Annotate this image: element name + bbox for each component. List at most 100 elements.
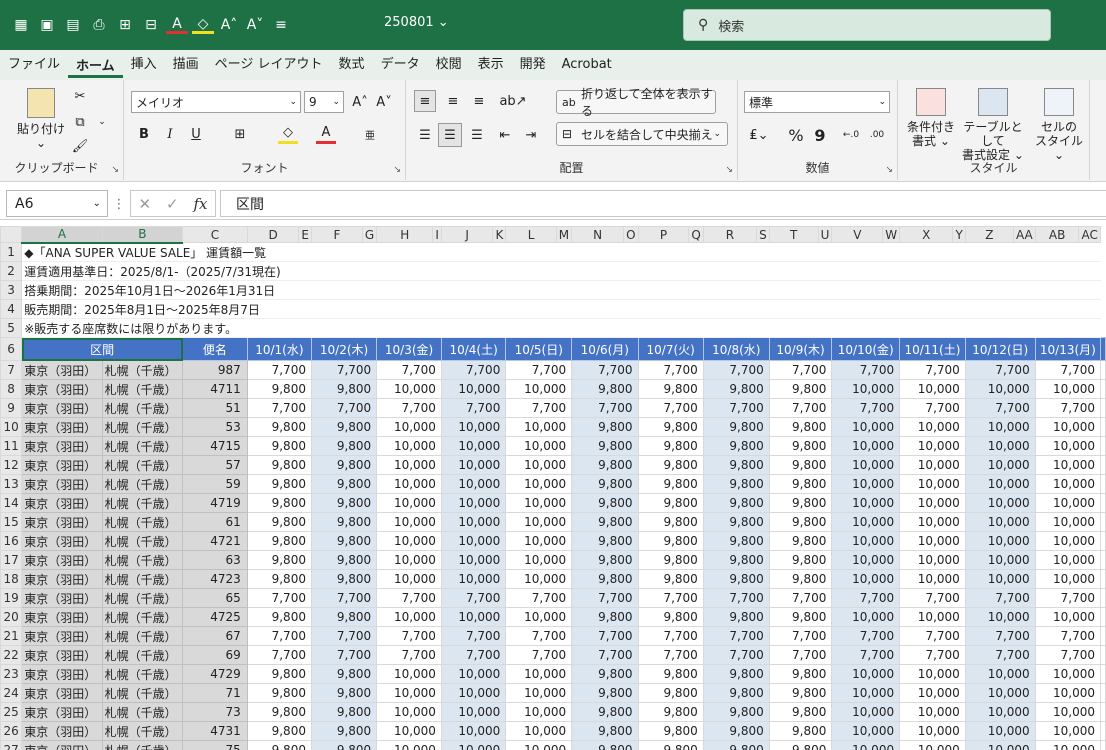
fare-cell[interactable]: 10,000 (376, 379, 442, 399)
align-middle-icon[interactable]: ≡ (442, 90, 464, 112)
fare-cell[interactable]: 7,700 (440, 360, 507, 380)
fare-cell[interactable]: 9,800 (246, 607, 312, 627)
fare-cell[interactable]: 10,000 (1034, 607, 1102, 627)
fare-cell[interactable]: 10,000 (440, 702, 507, 722)
fare-cell[interactable]: 10,000 (376, 512, 442, 532)
fare-cell[interactable]: 9,800 (637, 512, 704, 532)
fare-cell[interactable]: 9,800 (246, 455, 312, 475)
dialog-launcher-icon[interactable]: ↘ (393, 165, 401, 175)
fare-cell[interactable]: 7,700 (246, 645, 312, 665)
row-header[interactable]: 4 (0, 299, 23, 319)
fare-cell[interactable]: 10,000 (505, 664, 573, 684)
fare-cell[interactable]: 10,000 (376, 683, 442, 703)
row-header[interactable]: 25 (0, 702, 23, 722)
fare-cell[interactable]: 10,000 (505, 436, 573, 456)
fare-cell[interactable]: 7,700 (831, 398, 901, 418)
fare-cell[interactable]: 7,700 (310, 645, 378, 665)
fare-cell[interactable]: 9,800 (637, 455, 704, 475)
fare-cell[interactable]: 7,700 (246, 588, 312, 608)
fare-cell[interactable]: 10,000 (505, 512, 573, 532)
fare-cell[interactable]: 9,800 (310, 474, 378, 494)
date-header-cell[interactable]: 10/5(日) (505, 337, 573, 361)
fare-cell[interactable]: 9,800 (702, 531, 770, 551)
flight-number-cell[interactable]: 53 (182, 417, 248, 437)
date-header-cell[interactable]: 10/9(木) (768, 337, 833, 361)
fare-cell[interactable]: 9,800 (637, 531, 704, 551)
fare-cell[interactable]: 10,000 (376, 417, 442, 437)
column-header[interactable]: AB (1034, 226, 1080, 243)
print-icon[interactable]: ⎙ (88, 14, 110, 36)
fare-cell[interactable]: 7,700 (571, 360, 639, 380)
fare-cell[interactable]: 9,800 (768, 740, 833, 750)
fare-cell[interactable]: 7,700 (768, 360, 833, 380)
flight-number-cell[interactable]: 57 (182, 455, 248, 475)
fare-cell[interactable]: 10,000 (899, 474, 966, 494)
fare-cell[interactable]: 10,000 (899, 379, 966, 399)
column-header[interactable]: C (182, 226, 248, 243)
fare-cell[interactable]: 7,700 (702, 626, 770, 646)
fare-cell[interactable]: 9,800 (571, 436, 639, 456)
enter-icon[interactable]: ✓ (166, 195, 179, 213)
tab-insert[interactable]: 挿入 (123, 50, 165, 80)
fare-cell[interactable]: 10,000 (505, 417, 573, 437)
column-header[interactable]: Y (952, 226, 966, 243)
column-header[interactable]: X (899, 226, 954, 243)
empty-cell[interactable] (1100, 626, 1106, 646)
fare-cell[interactable]: 7,700 (310, 360, 378, 380)
fare-cell[interactable]: 7,700 (310, 398, 378, 418)
number-format-select[interactable]: 標準 ⌄ (744, 91, 890, 113)
fare-cell[interactable]: 10,000 (899, 740, 966, 750)
fare-cell[interactable]: 9,800 (702, 683, 770, 703)
column-header[interactable]: T (768, 226, 819, 243)
fare-cell[interactable]: 9,800 (246, 379, 312, 399)
fare-cell[interactable]: 10,000 (964, 512, 1036, 532)
fare-cell[interactable]: 7,700 (1034, 645, 1102, 665)
dialog-launcher-icon[interactable]: ↘ (885, 165, 893, 175)
align-top-icon[interactable]: ≡ (414, 90, 436, 112)
font-size-select[interactable]: 9 ⌄ (304, 91, 344, 113)
fare-cell[interactable]: 9,800 (310, 702, 378, 722)
fare-cell[interactable]: 7,700 (899, 588, 966, 608)
search-box[interactable]: ⚲ 検索 (683, 9, 1051, 41)
fare-cell[interactable]: 9,800 (571, 493, 639, 513)
decrease-decimal-icon[interactable]: .00 (866, 124, 888, 146)
fare-cell[interactable]: 9,800 (310, 493, 378, 513)
fare-cell[interactable]: 9,800 (571, 740, 639, 750)
fare-cell[interactable]: 10,000 (505, 493, 573, 513)
fare-cell[interactable]: 9,800 (246, 417, 312, 437)
column-header[interactable]: E (298, 226, 312, 243)
date-header-cell[interactable]: 10/7(火) (637, 337, 704, 361)
fare-cell[interactable]: 9,800 (571, 550, 639, 570)
fare-cell[interactable]: 7,700 (246, 398, 312, 418)
fare-cell[interactable]: 9,800 (768, 569, 833, 589)
fare-cell[interactable]: 10,000 (964, 702, 1036, 722)
fare-cell[interactable]: 10,000 (964, 531, 1036, 551)
fare-cell[interactable]: 7,700 (899, 626, 966, 646)
fare-cell[interactable]: 9,800 (310, 721, 378, 741)
column-header[interactable]: F (310, 226, 363, 243)
fare-cell[interactable]: 7,700 (899, 645, 966, 665)
origin-cell[interactable]: 東京（羽田） (21, 664, 103, 684)
fare-cell[interactable]: 7,700 (637, 588, 704, 608)
empty-cell[interactable] (1100, 607, 1106, 627)
fare-cell[interactable]: 7,700 (964, 588, 1036, 608)
flight-number-cell[interactable]: 61 (182, 512, 248, 532)
fare-cell[interactable]: 9,800 (637, 702, 704, 722)
fare-cell[interactable]: 9,800 (768, 664, 833, 684)
format-painter-icon[interactable]: 🖌 (70, 136, 90, 156)
cut-icon[interactable]: ✂ (70, 86, 90, 106)
fare-cell[interactable]: 7,700 (376, 360, 442, 380)
fare-cell[interactable]: 9,800 (571, 455, 639, 475)
fare-cell[interactable]: 9,800 (702, 702, 770, 722)
align-bottom-icon[interactable]: ≡ (468, 90, 490, 112)
flight-number-cell[interactable]: 59 (182, 474, 248, 494)
fare-cell[interactable]: 7,700 (1034, 588, 1102, 608)
fare-cell[interactable]: 10,000 (376, 664, 442, 684)
fare-cell[interactable]: 7,700 (768, 645, 833, 665)
fare-cell[interactable]: 10,000 (964, 607, 1036, 627)
empty-cell[interactable] (1100, 740, 1106, 750)
fare-cell[interactable]: 9,800 (637, 379, 704, 399)
flight-number-cell[interactable]: 4723 (182, 569, 248, 589)
fare-cell[interactable]: 7,700 (571, 588, 639, 608)
fare-cell[interactable]: 7,700 (505, 398, 573, 418)
